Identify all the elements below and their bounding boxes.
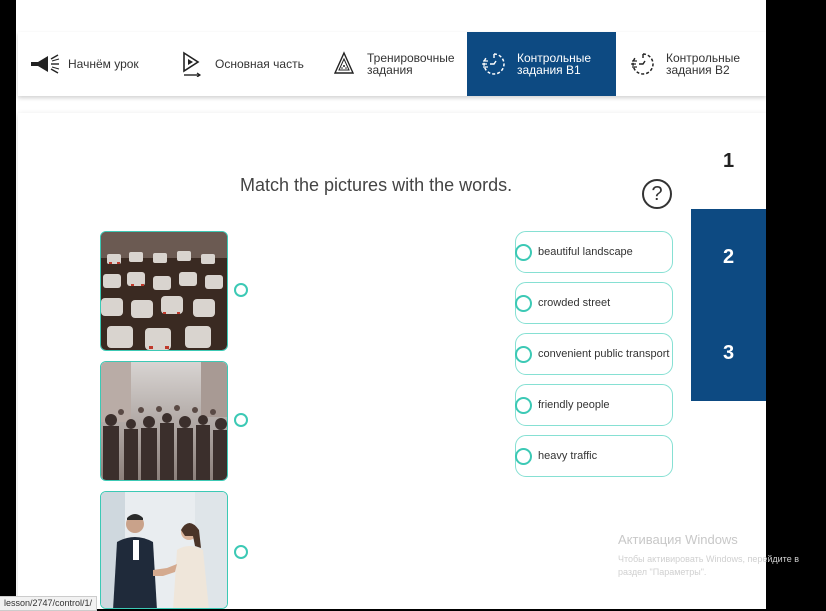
word-label: convenient public transport — [538, 348, 670, 360]
nav-training-label-2: задания — [367, 63, 413, 77]
nav-start-lesson-label: Начнём урок — [68, 57, 139, 71]
picture-handshake[interactable] — [100, 491, 228, 609]
picture-crowd[interactable] — [100, 361, 228, 481]
word-option-4[interactable]: friendly people — [515, 384, 673, 426]
play-icon — [175, 50, 209, 78]
nav-control-b1[interactable]: Контрольные задания B1 — [467, 32, 616, 96]
lesson-navigation: Начнём урок Основная часть Тренировочные… — [18, 32, 766, 96]
word-connector[interactable] — [515, 346, 532, 363]
windows-activation-title: Активация Windows — [618, 532, 738, 547]
picture-traffic-connector[interactable] — [234, 283, 248, 297]
word-option-2[interactable]: crowded street — [515, 282, 673, 324]
nav-main-part[interactable]: Основная часть — [165, 32, 317, 96]
task-title: Match the pictures with the words. — [240, 175, 513, 195]
word-connector[interactable] — [515, 295, 532, 312]
picture-handshake-connector[interactable] — [234, 545, 248, 559]
nav-start-lesson[interactable]: Начнём урок — [18, 32, 165, 96]
traffic-jam-image — [101, 232, 227, 350]
word-option-1[interactable]: beautiful landscape — [515, 231, 673, 273]
page-tab-2[interactable]: 2 — [691, 209, 766, 305]
nav-control-b2[interactable]: Контрольные задания B2 — [616, 32, 766, 96]
handshake-image — [101, 492, 227, 608]
windows-activation-subtitle: Чтобы активировать Windows, перейдите в … — [618, 554, 799, 577]
word-option-3[interactable]: convenient public transport — [515, 333, 673, 375]
picture-crowd-connector[interactable] — [234, 413, 248, 427]
picture-traffic[interactable] — [100, 231, 228, 351]
help-button[interactable]: ? — [642, 179, 672, 209]
nav-main-part-label: Основная часть — [215, 57, 304, 71]
nav-training-tasks[interactable]: Тренировочные задания — [317, 32, 467, 96]
page-tab-1[interactable]: 1 — [691, 113, 766, 209]
word-connector[interactable] — [515, 244, 532, 261]
word-label: crowded street — [538, 297, 611, 309]
nav-control-b2-label-2: задания B2 — [666, 63, 730, 77]
word-connector[interactable] — [515, 397, 532, 414]
word-option-5[interactable]: heavy traffic — [515, 435, 673, 477]
timer-icon — [477, 50, 511, 78]
crowd-image — [101, 362, 227, 480]
page-tab-3[interactable]: 3 — [691, 305, 766, 401]
word-connector[interactable] — [515, 448, 532, 465]
timer-icon — [626, 50, 660, 78]
word-label: beautiful landscape — [538, 246, 633, 258]
hourglass-icon — [327, 50, 361, 78]
nav-control-b1-label-2: задания B1 — [517, 63, 581, 77]
megaphone-icon — [28, 50, 62, 78]
word-label: heavy traffic — [538, 450, 598, 462]
word-label: friendly people — [538, 399, 610, 411]
